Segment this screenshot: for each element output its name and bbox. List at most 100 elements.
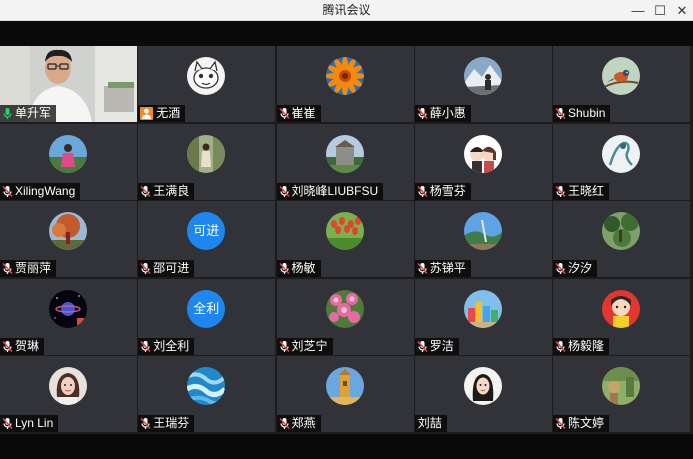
- participant-tile[interactable]: 王满良: [138, 123, 276, 200]
- mic-muted-icon: [278, 262, 290, 275]
- window-titlebar: 腾讯会议 — ☐ ✕: [0, 0, 693, 21]
- participant-name: 王满良: [153, 183, 190, 198]
- name-bar: 崔崔: [276, 105, 321, 122]
- participant-tile[interactable]: 杨敏: [276, 201, 414, 277]
- name-bar: 郑燕: [276, 415, 321, 432]
- participant-tile[interactable]: 单升军: [0, 46, 137, 122]
- participant-name: 苏锑平: [429, 261, 466, 275]
- mic-muted-icon: [555, 417, 566, 430]
- mic-muted-icon: [555, 262, 566, 275]
- minimize-button[interactable]: —: [626, 0, 650, 21]
- green-painting-avatar: [602, 367, 640, 405]
- name-bar: 贾丽萍: [0, 260, 57, 277]
- participant-tile[interactable]: 崔崔: [276, 46, 414, 122]
- person-outdoor-pink-avatar: [49, 134, 87, 173]
- mic-muted-icon: [278, 417, 290, 430]
- participant-tile[interactable]: 王瑞芬: [138, 356, 276, 432]
- close-button[interactable]: ✕: [670, 0, 693, 21]
- name-bar: 薛小惠: [414, 105, 471, 122]
- participant-tile[interactable]: 杨雪芬: [414, 123, 552, 200]
- participant-name: 单升军: [15, 106, 52, 120]
- participant-name: 刘晓峰LIUBFSU: [291, 183, 379, 198]
- forest-green-avatar: [602, 212, 640, 250]
- participant-tile[interactable]: 刘芝宁: [276, 278, 414, 355]
- participant-name: 杨敏: [291, 261, 316, 275]
- cartoon-cat-avatar: [187, 57, 226, 95]
- sky-landscape-avatar: [463, 212, 502, 250]
- name-bar: Shubin: [553, 105, 611, 122]
- name-bar: 杨毅隆: [553, 337, 610, 355]
- maximize-button[interactable]: ☐: [648, 0, 672, 21]
- participant-tile[interactable]: 罗洁: [414, 278, 552, 355]
- name-bar: 王满良: [138, 182, 195, 200]
- participant-name: 贾丽萍: [15, 261, 52, 275]
- participant-tile[interactable]: Shubin: [553, 46, 690, 122]
- mic-muted-icon: [417, 262, 428, 275]
- name-bar: 汐汐: [553, 260, 598, 277]
- mic-muted-icon: [2, 262, 13, 275]
- mic-muted-icon: [417, 185, 428, 198]
- name-bar: 刘芝宁: [276, 337, 333, 355]
- participant-tile[interactable]: 无酒: [138, 46, 276, 122]
- mic-muted-icon: [2, 417, 13, 430]
- text-avatar: 全利: [187, 289, 226, 328]
- participant-tile[interactable]: 贺琳: [0, 278, 137, 355]
- name-bar: 杨敏: [276, 260, 321, 277]
- participant-tile[interactable]: 杨毅隆: [553, 278, 690, 355]
- participant-tile[interactable]: 郑燕: [276, 356, 414, 432]
- participant-tile[interactable]: 薛小惠: [414, 46, 552, 122]
- building-trees-avatar: [325, 134, 364, 173]
- name-bar: 罗洁: [414, 337, 459, 355]
- mic-muted-icon: [278, 185, 290, 198]
- top-toolbar: [0, 21, 693, 46]
- mic-muted-icon: [2, 340, 13, 353]
- participant-tile[interactable]: XilingWang: [0, 123, 137, 200]
- name-bar: 陈文婷: [553, 415, 610, 432]
- name-bar: 刘全利: [138, 337, 195, 355]
- mic-muted-icon: [417, 107, 428, 120]
- golden-tower-avatar: [325, 367, 364, 405]
- participant-name: 崔崔: [291, 106, 316, 120]
- mic-muted-icon: [140, 185, 151, 198]
- participant-tile[interactable]: 全利刘全利: [138, 278, 276, 355]
- participant-tile[interactable]: 苏锑平: [414, 201, 552, 277]
- name-bar: XilingWang: [0, 182, 81, 200]
- mic-muted-icon: [555, 107, 566, 120]
- name-bar: 王瑞芬: [138, 415, 195, 432]
- blue-water-avatar: [187, 367, 226, 405]
- participant-tile[interactable]: 刘晓峰LIUBFSU: [276, 123, 414, 200]
- colorful-buildings-avatar: [463, 289, 502, 328]
- tulips-avatar: [325, 212, 364, 250]
- mic-muted-icon: [278, 107, 290, 120]
- text-avatar: 可进: [187, 212, 226, 250]
- participant-name: 薛小惠: [429, 106, 466, 120]
- mic-muted-icon: [140, 262, 151, 275]
- name-bar: 单升军: [0, 105, 57, 122]
- participant-name: 罗洁: [429, 338, 454, 353]
- participant-name: XilingWang: [15, 183, 76, 198]
- participant-tile[interactable]: 可进邵可进: [138, 201, 276, 277]
- name-bar: 王晓红: [553, 182, 610, 200]
- name-bar: 刘喆: [414, 415, 447, 432]
- participant-tile[interactable]: 王晓红: [553, 123, 690, 200]
- participant-grid: 单升军 无酒 崔崔 薛小惠 Shubin XilingWang 王满良 刘晓峰LIUBFSU 杨…: [0, 46, 693, 434]
- participant-tile[interactable]: 刘喆: [414, 356, 552, 432]
- participant-tile[interactable]: 汐汐: [553, 201, 690, 277]
- participant-name: Shubin: [568, 106, 606, 120]
- participant-name: 邵可进: [153, 261, 190, 275]
- participant-tile[interactable]: 贾丽萍: [0, 201, 137, 277]
- name-bar: 贺琳: [0, 337, 45, 355]
- bottom-toolbar: [0, 434, 693, 459]
- mic-muted-icon: [278, 340, 290, 353]
- woman-portrait-avatar: [49, 367, 87, 405]
- participant-tile[interactable]: 陈文婷: [553, 356, 690, 432]
- participant-name: 王瑞芬: [153, 416, 190, 430]
- name-bar: Lyn Lin: [0, 415, 59, 432]
- participant-name: 陈文婷: [568, 416, 605, 430]
- participant-name: 刘喆: [417, 416, 442, 430]
- participant-tile[interactable]: Lyn Lin: [0, 356, 137, 432]
- orange-flower-avatar: [325, 57, 364, 95]
- name-bar: 杨雪芬: [414, 182, 471, 200]
- participant-name: 无酒: [156, 106, 181, 120]
- mic-muted-icon: [555, 185, 566, 198]
